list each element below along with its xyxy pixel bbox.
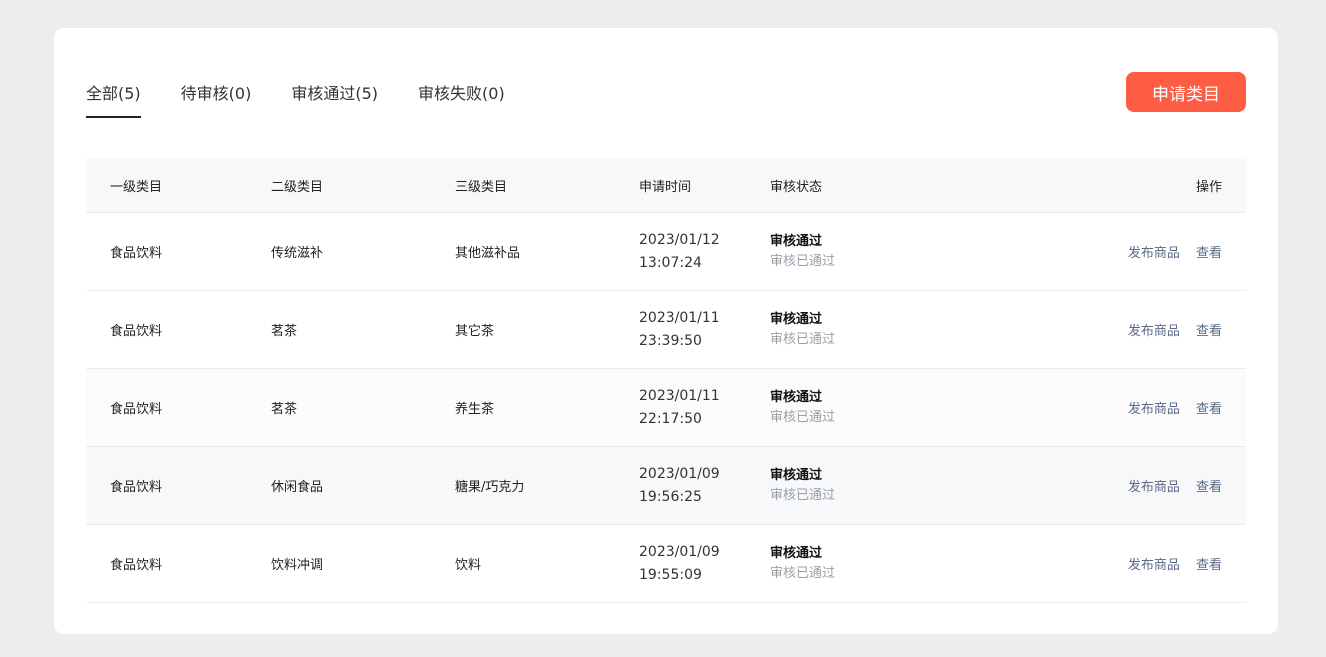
publish-product-link[interactable]: 发布商品: [1128, 402, 1180, 417]
table-row: 食品饮料 茗茶 其它茶 2023/01/11 23:39:50 审核通过 审核已…: [86, 291, 1246, 369]
cell-level3: 饮料: [455, 558, 482, 573]
category-table: 一级类目 二级类目 三级类目 申请时间 审核状态 操作 食品饮料 传统滋补 其他…: [86, 159, 1246, 603]
cell-apply-time: 2023/01/11 22:17:50: [639, 385, 770, 431]
header-status: 审核状态: [770, 180, 823, 195]
cell-level2: 传统滋补: [271, 246, 324, 261]
table-row: 食品饮料 饮料冲调 饮料 2023/01/09 19:55:09 审核通过 审核…: [86, 525, 1246, 603]
view-link[interactable]: 查看: [1196, 480, 1222, 495]
cell-level1: 食品饮料: [110, 558, 163, 573]
status-tabs: 全部(5) 待审核(0) 审核通过(5) 审核失败(0): [86, 80, 505, 118]
tab-all[interactable]: 全部(5): [86, 80, 141, 118]
table-row: 食品饮料 茗茶 养生茶 2023/01/11 22:17:50 审核通过 审核已…: [86, 369, 1246, 447]
cell-actions: 发布商品 查看: [970, 554, 1246, 573]
apply-clock: 22:17:50: [639, 410, 702, 427]
apply-date: 2023/01/11: [639, 309, 720, 326]
tab-rejected[interactable]: 审核失败(0): [418, 80, 505, 118]
cell-level3: 糖果/巧克力: [455, 480, 525, 495]
status-label: 审核通过: [770, 311, 823, 327]
cell-level3: 其他滋补品: [455, 246, 521, 261]
cell-level2: 饮料冲调: [271, 558, 324, 573]
header-level1: 一级类目: [110, 180, 163, 195]
publish-product-link[interactable]: 发布商品: [1128, 480, 1180, 495]
publish-product-link[interactable]: 发布商品: [1128, 558, 1180, 573]
category-card: 全部(5) 待审核(0) 审核通过(5) 审核失败(0) 申请类目 一级类目 二…: [54, 28, 1278, 634]
status-label: 审核通过: [770, 545, 823, 561]
status-detail: 审核已通过: [770, 565, 836, 581]
table-row: 食品饮料 传统滋补 其他滋补品 2023/01/12 13:07:24 审核通过…: [86, 213, 1246, 291]
status-detail: 审核已通过: [770, 253, 836, 269]
apply-date: 2023/01/09: [639, 543, 720, 560]
apply-clock: 19:56:25: [639, 488, 702, 505]
apply-date: 2023/01/12: [639, 231, 720, 248]
view-link[interactable]: 查看: [1196, 558, 1222, 573]
apply-date: 2023/01/11: [639, 387, 720, 404]
cell-level1: 食品饮料: [110, 402, 163, 417]
cell-level3: 养生茶: [455, 402, 495, 417]
apply-date: 2023/01/09: [639, 465, 720, 482]
cell-apply-time: 2023/01/09 19:56:25: [639, 463, 770, 509]
cell-level1: 食品饮料: [110, 480, 163, 495]
status-detail: 审核已通过: [770, 409, 836, 425]
cell-actions: 发布商品 查看: [970, 398, 1246, 417]
cell-level2: 茗茶: [271, 402, 298, 417]
status-detail: 审核已通过: [770, 487, 836, 503]
tab-approved[interactable]: 审核通过(5): [291, 80, 378, 118]
apply-clock: 19:55:09: [639, 566, 702, 583]
cell-actions: 发布商品 查看: [970, 242, 1246, 261]
publish-product-link[interactable]: 发布商品: [1128, 324, 1180, 339]
status-label: 审核通过: [770, 233, 823, 249]
header-actions: 操作: [1195, 180, 1222, 195]
view-link[interactable]: 查看: [1196, 324, 1222, 339]
tab-pending[interactable]: 待审核(0): [181, 80, 252, 118]
cell-level1: 食品饮料: [110, 246, 163, 261]
status-detail: 审核已通过: [770, 331, 836, 347]
cell-level3: 其它茶: [455, 324, 495, 339]
cell-actions: 发布商品 查看: [970, 476, 1246, 495]
table-header: 一级类目 二级类目 三级类目 申请时间 审核状态 操作: [86, 159, 1246, 213]
cell-status: 审核通过 审核已通过: [770, 466, 970, 506]
apply-category-button[interactable]: 申请类目: [1126, 72, 1246, 112]
header-level2: 二级类目: [271, 180, 324, 195]
cell-status: 审核通过 审核已通过: [770, 388, 970, 428]
status-label: 审核通过: [770, 467, 823, 483]
view-link[interactable]: 查看: [1196, 402, 1222, 417]
cell-apply-time: 2023/01/09 19:55:09: [639, 541, 770, 587]
cell-level2: 茗茶: [271, 324, 298, 339]
header-level3: 三级类目: [455, 180, 508, 195]
cell-level2: 休闲食品: [271, 480, 324, 495]
apply-clock: 23:39:50: [639, 332, 702, 349]
cell-apply-time: 2023/01/12 13:07:24: [639, 229, 770, 275]
cell-apply-time: 2023/01/11 23:39:50: [639, 307, 770, 353]
apply-clock: 13:07:24: [639, 254, 702, 271]
view-link[interactable]: 查看: [1196, 246, 1222, 261]
cell-status: 审核通过 审核已通过: [770, 310, 970, 350]
publish-product-link[interactable]: 发布商品: [1128, 246, 1180, 261]
cell-level1: 食品饮料: [110, 324, 163, 339]
cell-status: 审核通过 审核已通过: [770, 544, 970, 584]
status-label: 审核通过: [770, 389, 823, 405]
cell-actions: 发布商品 查看: [970, 320, 1246, 339]
cell-status: 审核通过 审核已通过: [770, 232, 970, 272]
header-apply-time: 申请时间: [639, 180, 692, 195]
table-row: 食品饮料 休闲食品 糖果/巧克力 2023/01/09 19:56:25 审核通…: [86, 447, 1246, 525]
